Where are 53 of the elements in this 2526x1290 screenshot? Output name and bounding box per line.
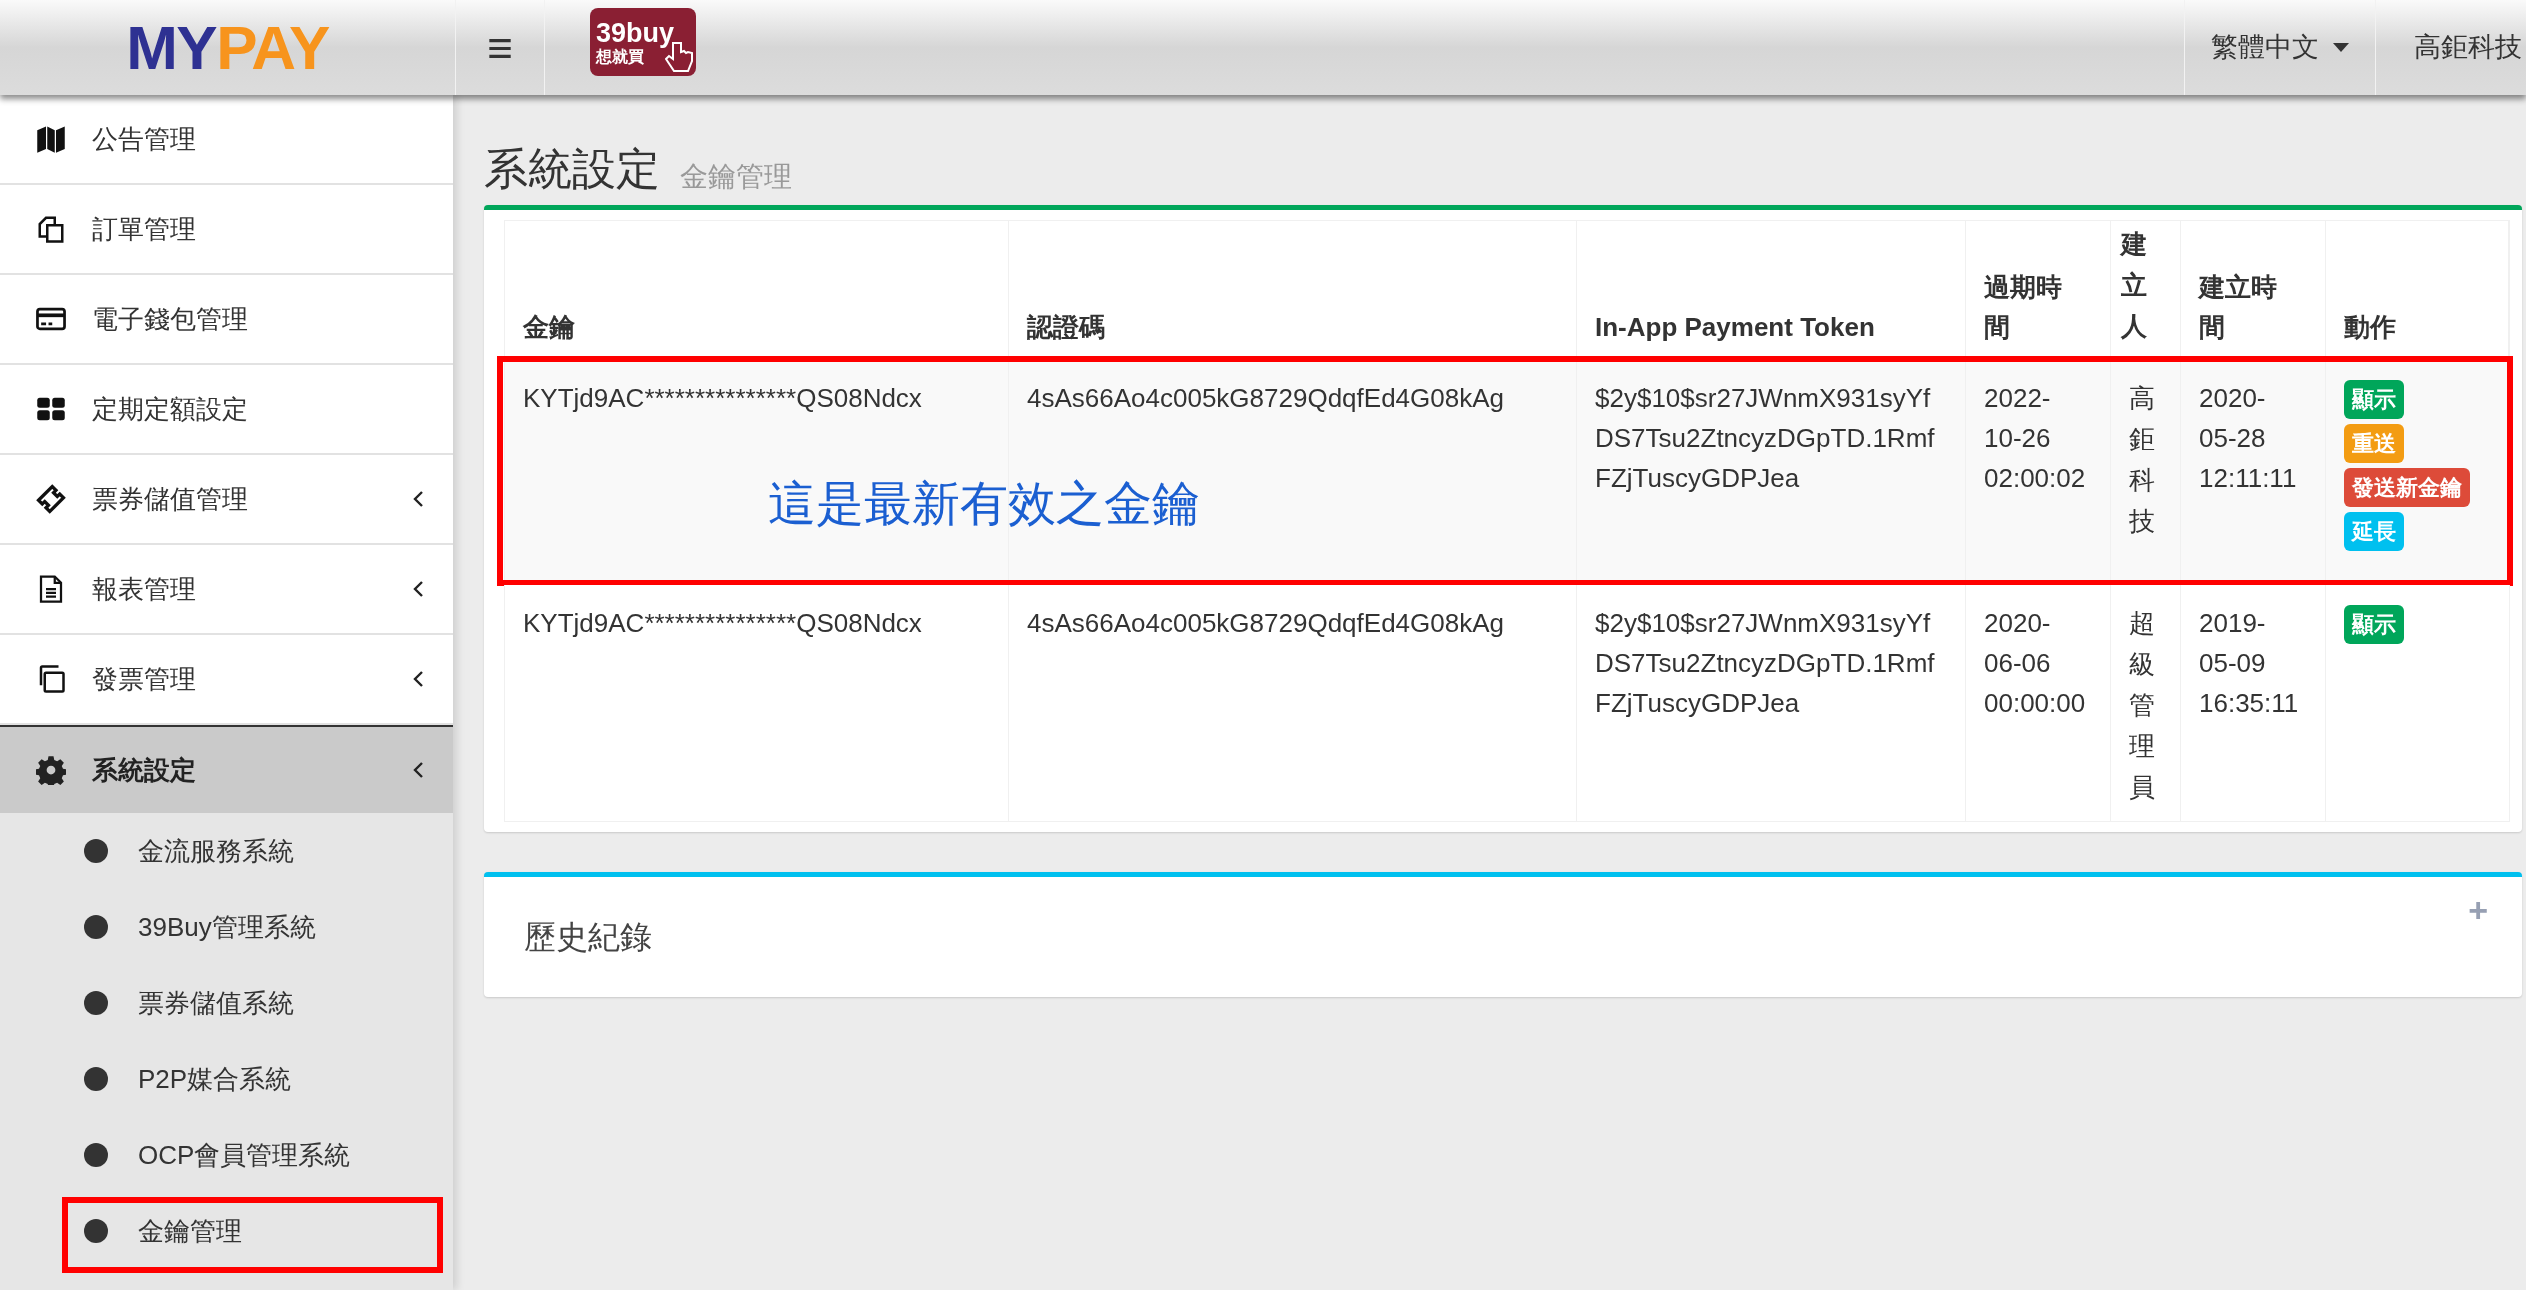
sidebar-item[interactable]: 報表管理 <box>0 545 453 635</box>
sidebar-item[interactable]: 票券儲值管理 <box>0 455 453 545</box>
bullet-icon <box>84 1143 108 1167</box>
table-cell-text: $2y$10$sr27JWnmX931syYfDS7Tsu2ZtncyzDGpTD.1RmfFZjTuscyGDPJea <box>1595 382 1936 495</box>
table-cell-text: 超級管理員 <box>2129 607 2155 804</box>
language-dropdown[interactable]: 繁體中文 <box>2184 0 2376 95</box>
column-header: 建立人 <box>2111 221 2181 359</box>
table-cell-text: 2019-05-09 16:35:11 <box>2199 607 2299 720</box>
column-header: 金鑰 <box>505 221 1009 359</box>
sidebar-item[interactable]: 發票管理 <box>0 635 453 725</box>
menu-button[interactable]: ≡ <box>455 0 545 95</box>
sidebar-item[interactable]: 定期定額設定 <box>0 365 453 455</box>
column-header: 認證碼 <box>1009 221 1577 359</box>
table-cell-text: 4sAs66Ao4c005kG8729QdqfEd4G08kAg <box>1027 382 1505 415</box>
sidebar-subitem[interactable]: 金流服務系統 <box>0 813 453 889</box>
sidebar-subitem[interactable]: 票券儲值系統 <box>0 965 453 1041</box>
sidebar-item[interactable]: 訂單管理 <box>0 185 453 275</box>
sidebar-subitem[interactable]: 金鑰管理 <box>0 1193 453 1269</box>
bullet-icon <box>84 839 108 863</box>
sidebar-subitem[interactable]: OCP會員管理系統 <box>0 1117 453 1193</box>
table-cell-text: 高鉅科技 <box>2129 382 2155 538</box>
annotation-note: 這是最新有效之金鑰 <box>768 480 1200 528</box>
table-cell-text: KYTjd9AC***************QS08Ndcx <box>523 607 923 640</box>
bullet-icon <box>84 1219 108 1243</box>
bullet-icon <box>84 915 108 939</box>
mypay-logo: MYPAY <box>126 16 329 79</box>
table-cell-text: 2020-05-28 12:11:11 <box>2199 382 2297 495</box>
page-title: 系統設定 <box>484 147 660 191</box>
sidebar-item[interactable]: 系統設定 <box>0 725 453 813</box>
action-button[interactable]: 發送新金鑰 <box>2344 468 2470 507</box>
table-cell-text: KYTjd9AC***************QS08Ndcx <box>523 382 923 415</box>
column-header: 動作 <box>2326 221 2509 359</box>
sidebar-item[interactable]: 公告管理 <box>0 95 453 185</box>
table-cell-text: 2022-10-26 02:00:02 <box>1984 382 2086 495</box>
column-header: In-App Payment Token <box>1577 221 1966 359</box>
sidebar-subitem[interactable]: 39Buy管理系統 <box>0 889 453 965</box>
table-cell-text: 2020-06-06 00:00:00 <box>1984 607 2086 720</box>
history-title: 歷史紀錄 <box>524 918 652 957</box>
page-subtitle: 金鑰管理 <box>680 163 792 191</box>
ticket-icon <box>35 484 67 514</box>
sidebar-item[interactable]: 電子錢包管理 <box>0 275 453 365</box>
map-icon <box>35 124 67 154</box>
caret-icon <box>2333 43 2349 52</box>
sidebar-subitem[interactable]: P2P媒合系統 <box>0 1041 453 1117</box>
table-cell-text: 4sAs66Ao4c005kG8729QdqfEd4G08kAg <box>1027 607 1505 640</box>
bullet-icon <box>84 991 108 1015</box>
column-header: 過期時間 <box>1966 221 2111 359</box>
brand-logo[interactable]: 39buy 想就買 <box>590 8 696 76</box>
settings-icon <box>35 755 67 785</box>
bullet-icon <box>84 1067 108 1091</box>
table-cell-text: $2y$10$sr27JWnmX931syYfDS7Tsu2ZtncyzDGpTD.1RmfFZjTuscyGDPJea <box>1595 607 1936 720</box>
column-header: 建立時間 <box>2181 221 2326 359</box>
user-menu[interactable]: 高鉅科技 <box>2376 0 2526 95</box>
